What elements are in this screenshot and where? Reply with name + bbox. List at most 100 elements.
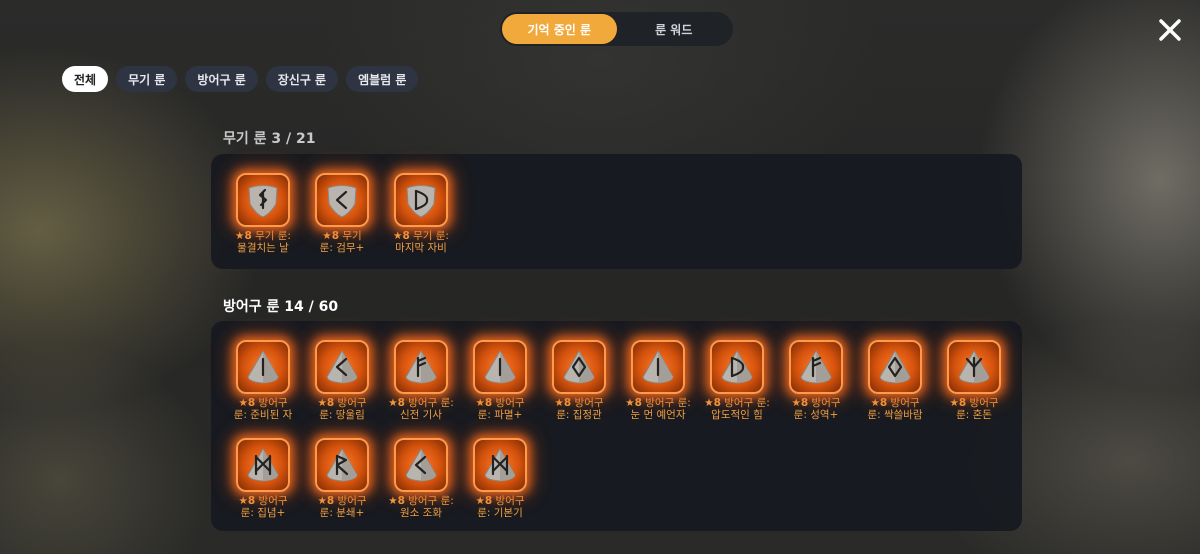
star-icon: ★	[238, 495, 248, 507]
rune-name-line1: 방어구 룬:	[641, 397, 691, 409]
armor-rune-item[interactable]: ★8 방어구 룬: 성역+	[776, 340, 856, 421]
rune-stone-icon	[947, 340, 1001, 394]
tab-rune-words[interactable]: 룬 워드	[617, 14, 732, 44]
armor-section-title: 방어구 룬 14 / 60	[223, 299, 339, 315]
rune-name-line2: 룬: 분쇄+	[319, 507, 365, 519]
rune-name-line2: 룬: 검무+	[319, 242, 365, 254]
rune-level: 8	[402, 230, 410, 242]
armor-rune-item[interactable]: ★8 방어구 룬: 준비된 자	[223, 340, 303, 421]
rune-name-line1: 무기 룬:	[251, 230, 291, 242]
tab-memorized-runes[interactable]: 기억 중인 룬	[502, 14, 617, 44]
rune-stone-icon	[236, 340, 290, 394]
filter-weapon[interactable]: 무기 룬	[116, 66, 178, 92]
rune-level: 8	[397, 495, 405, 507]
rune-name-line1: 방어구	[887, 397, 920, 409]
rune-label: ★8 무기 룬: 검무+	[302, 230, 382, 254]
rune-label: ★8 무기 룬: 마지막 자비	[381, 230, 461, 254]
star-icon: ★	[554, 397, 564, 409]
rune-stone-icon	[868, 340, 922, 394]
rune-label: ★8 방어구 룬: 압도적인 힘	[697, 397, 777, 421]
rune-level: 8	[331, 230, 340, 242]
rune-name-line1: 무기 룬:	[409, 230, 449, 242]
star-icon: ★	[704, 397, 714, 409]
rune-stone-icon	[394, 438, 448, 492]
rune-name-line1: 방어구 룬:	[404, 397, 454, 409]
rune-label: ★8 방어구 룬: 신전 기사	[381, 397, 461, 421]
rune-name-line2: 룬: 집정관	[556, 409, 602, 421]
rune-label: ★8 방어구 룬: 분쇄+	[302, 495, 382, 519]
rune-name-line2: 룬: 파멸+	[477, 409, 523, 421]
rune-stone-icon	[631, 340, 685, 394]
rune-stone-icon	[710, 340, 764, 394]
weapon-rune-item[interactable]: ★8 무기 룬: 물결치는 날	[223, 173, 303, 254]
rune-stone-icon	[394, 173, 448, 227]
rune-label: ★8 방어구 룬: 성역+	[776, 397, 856, 421]
rune-name-line1: 무기	[339, 230, 362, 242]
rune-label: ★8 방어구 룬: 파멸+	[460, 397, 540, 421]
rune-name-line1: 방어구	[966, 397, 999, 409]
armor-rune-item[interactable]: ★8 방어구 룬: 원소 조화	[381, 438, 461, 519]
rune-stone-icon	[236, 438, 290, 492]
star-icon: ★	[949, 397, 959, 409]
rune-stone-icon	[473, 340, 527, 394]
rune-name-line1: 방어구	[492, 397, 525, 409]
rune-stone-icon	[552, 340, 606, 394]
armor-rune-panel: ★8 방어구 룬: 준비된 자 ★8 방어구 룬: 땅울림 ★8 방어구 룬: 신전 기사…	[211, 321, 1022, 531]
rune-name-line2: 신전 기사	[400, 409, 442, 421]
rune-stone-icon	[315, 340, 369, 394]
rune-label: ★8 방어구 룬: 집정관	[539, 397, 619, 421]
weapon-rune-item[interactable]: ★8 무기 룬: 검무+	[302, 173, 382, 254]
rune-name-line1: 방어구 룬:	[404, 495, 454, 507]
weapon-rune-item[interactable]: ★8 무기 룬: 마지막 자비	[381, 173, 461, 254]
rune-stone-icon	[315, 173, 369, 227]
rune-name-line2: 마지막 자비	[395, 242, 447, 254]
armor-rune-item[interactable]: ★8 방어구 룬: 눈 먼 예언자	[618, 340, 698, 421]
rune-name-line1: 방어구	[255, 397, 288, 409]
armor-rune-item[interactable]: ★8 방어구 룬: 집념+	[223, 438, 303, 519]
filter-all[interactable]: 전체	[62, 66, 109, 92]
star-icon: ★	[475, 397, 485, 409]
rune-name-line2: 룬: 준비된 자	[233, 409, 293, 421]
rune-name-line2: 눈 먼 예언자	[630, 409, 686, 421]
armor-rune-item[interactable]: ★8 방어구 룬: 분쇄+	[302, 438, 382, 519]
rune-name-line1: 방어구	[808, 397, 841, 409]
rune-level: 8	[634, 397, 642, 409]
rune-label: ★8 방어구 룬: 원소 조화	[381, 495, 461, 519]
star-icon: ★	[388, 495, 398, 507]
armor-rune-item[interactable]: ★8 방어구 룬: 땅울림	[302, 340, 382, 421]
armor-rune-item[interactable]: ★8 방어구 룬: 집정관	[539, 340, 619, 421]
rune-name-line1: 방어구	[571, 397, 604, 409]
star-icon: ★	[317, 397, 327, 409]
top-tab-bar: 기억 중인 룬 룬 워드	[500, 12, 733, 46]
rune-name-line2: 물결치는 날	[237, 242, 289, 254]
rune-name-line1: 방어구 룬:	[720, 397, 770, 409]
armor-rune-item[interactable]: ★8 방어구 룬: 신전 기사	[381, 340, 461, 421]
armor-rune-item[interactable]: ★8 방어구 룬: 압도적인 힘	[697, 340, 777, 421]
star-icon: ★	[625, 397, 635, 409]
armor-rune-item[interactable]: ★8 방어구 룬: 혼돈	[934, 340, 1014, 421]
rune-label: ★8 방어구 룬: 혼돈	[934, 397, 1014, 421]
rune-stone-icon	[789, 340, 843, 394]
filter-armor[interactable]: 방어구 룬	[185, 66, 258, 92]
rune-label: ★8 방어구 룬: 싹쓸바람	[855, 397, 935, 421]
rune-name-line2: 압도적인 힘	[711, 409, 763, 421]
rune-label: ★8 방어구 룬: 집념+	[223, 495, 303, 519]
rune-name-line2: 룬: 기본기	[477, 507, 523, 519]
filter-accessory[interactable]: 장신구 룬	[265, 66, 339, 92]
star-icon: ★	[322, 230, 332, 242]
star-icon: ★	[475, 495, 485, 507]
armor-rune-item[interactable]: ★8 방어구 룬: 기본기	[460, 438, 540, 519]
rune-name-line2: 룬: 집념+	[240, 507, 286, 519]
weapon-section-title: 무기 룬 3 / 21	[223, 131, 316, 147]
rune-name-line1: 방어구	[255, 495, 288, 507]
rune-stone-icon	[236, 173, 290, 227]
rune-stone-icon	[394, 340, 448, 394]
rune-name-line1: 방어구	[334, 495, 367, 507]
rune-level: 8	[244, 230, 252, 242]
rune-level: 8	[713, 397, 721, 409]
filter-emblem[interactable]: 엠블럼 룬	[346, 66, 419, 92]
close-icon[interactable]	[1155, 15, 1185, 45]
armor-rune-item[interactable]: ★8 방어구 룬: 파멸+	[460, 340, 540, 421]
armor-rune-item[interactable]: ★8 방어구 룬: 싹쓸바람	[855, 340, 935, 421]
rune-stone-icon	[315, 438, 369, 492]
